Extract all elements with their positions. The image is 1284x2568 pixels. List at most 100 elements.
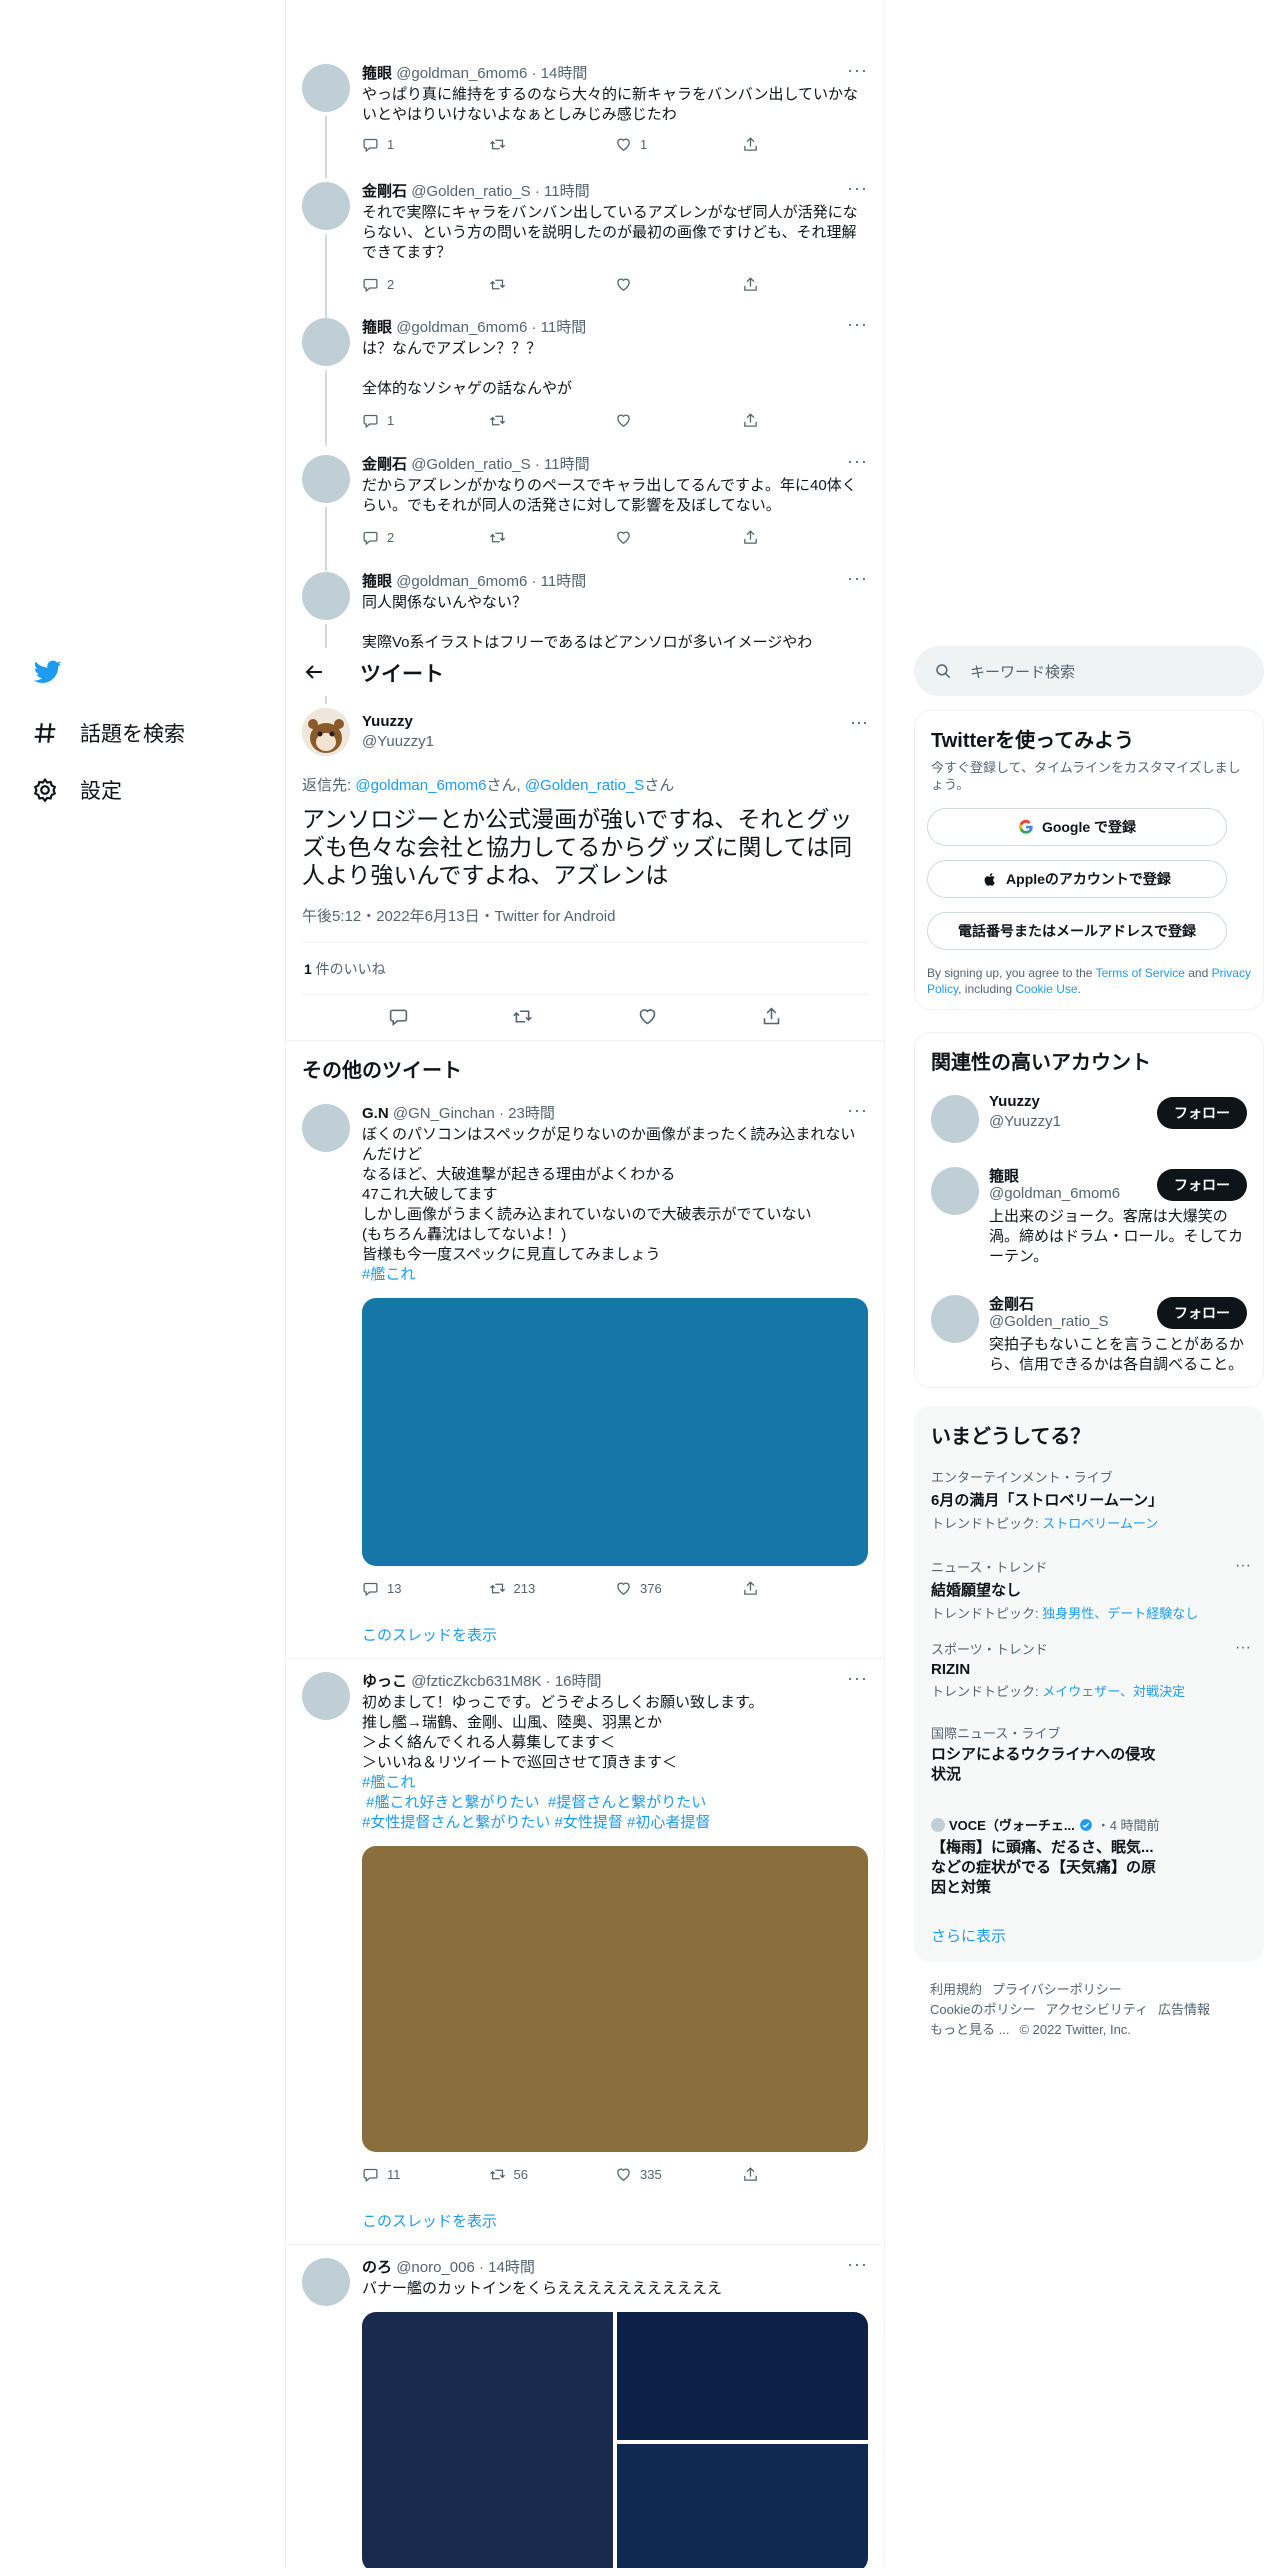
follow-button[interactable]: フォロー	[1157, 1169, 1247, 1201]
account-name[interactable]: 金剛石	[989, 1293, 1034, 1314]
related-account[interactable]: 箍眼 @goldman_6mom6 フォロー 上出来のジョーク。客席は大爆笑の渦…	[915, 1161, 1263, 1277]
back-arrow-icon[interactable]	[302, 660, 326, 684]
handle[interactable]: @noro_006	[396, 2259, 475, 2276]
avatar[interactable]	[302, 455, 350, 503]
reply-button[interactable]: 2	[362, 529, 489, 546]
footer-link[interactable]: 利用規約	[930, 1982, 982, 1997]
display-name[interactable]: ゆっこ	[362, 1673, 407, 1690]
search-input[interactable]: キーワード検索	[914, 646, 1264, 696]
thread-tweet[interactable]: 箍眼 @goldman_6mom6 · 11時間 ··· は？なんでアズレン？？…	[302, 314, 868, 446]
more-icon[interactable]: ···	[847, 1100, 868, 1121]
handle[interactable]: @goldman_6mom6	[396, 319, 527, 336]
follow-button[interactable]: フォロー	[1157, 1297, 1247, 1329]
retweet-button[interactable]	[489, 136, 616, 153]
thread-tweet[interactable]: 金剛石 @Golden_ratio_S · 11時間 ··· それで実際にキャラ…	[302, 178, 869, 318]
likes-count-row[interactable]: 1 件のいいね	[304, 959, 386, 979]
reply-button[interactable]: 11	[362, 2166, 489, 2183]
avatar[interactable]	[302, 1672, 350, 1720]
related-account[interactable]: 金剛石 @Golden_ratio_S フォロー 突拍子もないことを言うことがあ…	[915, 1289, 1263, 1385]
avatar[interactable]	[302, 64, 350, 112]
account-handle[interactable]: @Yuuzzy1	[989, 1113, 1061, 1130]
handle[interactable]: @goldman_6mom6	[396, 65, 527, 82]
timestamp[interactable]: 16時間	[555, 1673, 602, 1690]
handle[interactable]: @GN_Ginchan	[393, 1105, 495, 1122]
trend-topic-link[interactable]: ストロベリームーン	[1042, 1516, 1158, 1531]
timestamp[interactable]: 11時間	[544, 183, 590, 200]
trend-topic-link[interactable]: 独身男性、デート経験なし	[1042, 1606, 1198, 1621]
footer-link[interactable]: 広告情報	[1158, 2002, 1210, 2017]
more-icon[interactable]: ···	[847, 60, 868, 81]
like-button[interactable]	[615, 412, 742, 429]
display-name[interactable]: のろ	[362, 2259, 392, 2276]
heart-icon[interactable]	[637, 1006, 658, 1027]
avatar[interactable]	[302, 572, 350, 620]
phone-email-signup-button[interactable]: 電話番号またはメールアドレスで登録	[927, 912, 1227, 950]
tweet-image[interactable]	[362, 1846, 868, 2152]
more-icon[interactable]: ···	[1235, 1639, 1251, 1657]
like-button[interactable]: 376	[615, 1580, 742, 1597]
more-icon[interactable]: ···	[847, 314, 868, 335]
avatar[interactable]	[302, 1104, 350, 1152]
thread-tweet[interactable]: 箍眼 @goldman_6mom6 · 14時間 ··· やっぱり真に維持をする…	[302, 60, 869, 178]
display-name[interactable]: 金剛石	[362, 456, 407, 473]
like-button[interactable]: 1	[615, 136, 742, 153]
news-item[interactable]: VOCE（ヴォーチェ... ・4 時間前 【梅雨】に頭痛、だるさ、眠気...など…	[931, 1815, 1161, 1898]
reply-button[interactable]: 2	[362, 276, 489, 293]
timestamp[interactable]: 11時間	[544, 456, 590, 473]
reply-button[interactable]: 13	[362, 1580, 489, 1597]
share-button[interactable]	[742, 2166, 869, 2183]
tweet-image[interactable]	[617, 2444, 868, 2568]
more-icon[interactable]: ···	[847, 1668, 868, 1689]
trend-item[interactable]: ニュース・トレンド 結婚願望なし トレンドトピック: 独身男性、デート経験なし …	[931, 1557, 1251, 1622]
google-signup-button[interactable]: Google で登録	[927, 808, 1227, 846]
retweet-button[interactable]	[489, 529, 616, 546]
apple-signup-button[interactable]: Appleのアカウントで登録	[927, 860, 1227, 898]
reply-icon[interactable]	[388, 1006, 409, 1027]
avatar[interactable]	[302, 2258, 350, 2306]
trend-item[interactable]: スポーツ・トレンド RIZIN トレンドトピック: メイウェザー、対戦決定 ··…	[931, 1639, 1251, 1700]
main-handle[interactable]: @Yuuzzy1	[362, 733, 434, 750]
display-name[interactable]: G.N	[362, 1105, 389, 1122]
handle[interactable]: @Golden_ratio_S	[411, 183, 530, 200]
more-tweet[interactable]: ゆっこ @fzticZkcb631M8K · 16時間 ··· 初めまして！ゆっ…	[302, 1668, 869, 2232]
timestamp[interactable]: 14時間	[541, 65, 588, 82]
show-thread-link[interactable]: このスレッドを表示	[362, 1624, 497, 1645]
share-button[interactable]	[742, 529, 869, 546]
trend-item[interactable]: エンターテインメント・ライブ 6月の満月「ストロベリームーン」 トレンドトピック…	[931, 1467, 1251, 1532]
avatar[interactable]	[931, 1095, 979, 1143]
more-icon[interactable]: ···	[847, 568, 868, 589]
tweet-image[interactable]	[362, 2312, 613, 2568]
share-button[interactable]	[742, 1580, 869, 1597]
account-handle[interactable]: @Golden_ratio_S	[989, 1313, 1108, 1330]
retweet-button[interactable]	[489, 276, 616, 293]
nav-explore[interactable]: 話題を検索	[32, 718, 185, 748]
trend-topic-link[interactable]: メイウェザー、対戦決定	[1042, 1684, 1185, 1699]
reply-user-link[interactable]: @Golden_ratio_S	[525, 777, 644, 794]
cookie-link[interactable]: Cookie Use	[1016, 982, 1078, 996]
display-name[interactable]: 金剛石	[362, 183, 407, 200]
trend-item[interactable]: 国際ニュース・ライブ ロシアによるウクライナへの侵攻状況	[931, 1723, 1161, 1785]
twitter-logo-icon[interactable]	[32, 658, 64, 686]
more-tweet[interactable]: のろ @noro_006 · 14時間 ··· バナー艦のカットインをくらえええ…	[302, 2254, 868, 2568]
retweet-icon[interactable]	[512, 1006, 533, 1027]
timestamp[interactable]: 11時間	[541, 319, 587, 336]
reply-button[interactable]: 1	[362, 412, 489, 429]
display-name[interactable]: 箍眼	[362, 573, 392, 590]
display-name[interactable]: 箍眼	[362, 319, 392, 336]
more-tweet[interactable]: G.N @GN_Ginchan · 23時間 ··· ぼくのパソコンはスペックが…	[302, 1100, 869, 1664]
avatar[interactable]	[302, 708, 350, 756]
show-more-link[interactable]: さらに表示	[931, 1925, 1006, 1946]
handle[interactable]: @Golden_ratio_S	[411, 456, 530, 473]
like-button[interactable]	[615, 529, 742, 546]
account-name[interactable]: Yuuzzy	[989, 1093, 1040, 1110]
retweet-button[interactable]	[489, 412, 616, 429]
tweet-image[interactable]	[617, 2312, 868, 2440]
timestamp[interactable]: 11時間	[541, 573, 587, 590]
more-icon[interactable]: ···	[847, 2254, 868, 2275]
follow-button[interactable]: フォロー	[1157, 1097, 1247, 1129]
share-button[interactable]	[742, 136, 869, 153]
timestamp[interactable]: 23時間	[508, 1105, 555, 1122]
share-button[interactable]	[742, 276, 869, 293]
avatar[interactable]	[931, 1295, 979, 1343]
main-tweet-meta[interactable]: 午後5:12・2022年6月13日・Twitter for Android	[302, 905, 615, 926]
